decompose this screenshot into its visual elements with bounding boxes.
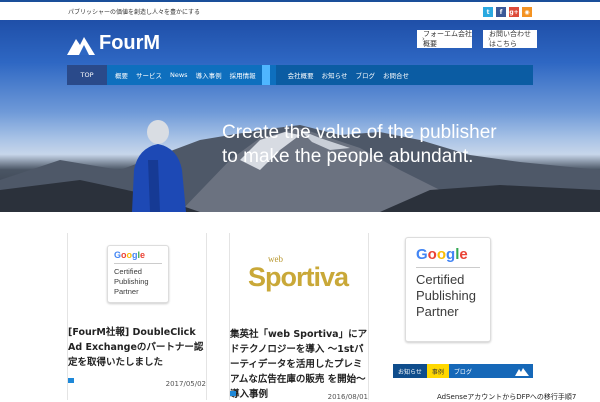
nav-item-recruit[interactable]: 採用情報 xyxy=(230,70,256,80)
badge-line-publishing: Publishing xyxy=(416,288,476,303)
badge-line-publishing: Publishing xyxy=(114,277,149,286)
nav-item-blog[interactable]: ブログ xyxy=(355,70,375,80)
nav-item-overview[interactable]: 概要 xyxy=(115,70,128,80)
hero-tagline-line2: to make the people abundant. xyxy=(222,146,474,167)
google-logo-text: Google xyxy=(114,250,146,260)
hero-banner: FourM フォーエム会社概要 お問い合わせはこちら TOP 概要 サービス N… xyxy=(0,20,600,212)
mountain-logo-icon xyxy=(67,36,95,55)
nav-item-company[interactable]: 会社概要 xyxy=(288,70,314,80)
nav-item-inquiry[interactable]: お問合せ xyxy=(383,70,409,80)
article-thumbnail[interactable]: web Sportiva xyxy=(230,233,370,315)
google-logo-text: Google xyxy=(416,246,468,263)
rss-icon[interactable]: ◉ xyxy=(522,7,532,17)
google-partner-badge: Google Certified Publishing Partner xyxy=(107,245,169,303)
nav-item-info[interactable]: お知らせ xyxy=(322,70,348,80)
tag-icon xyxy=(230,391,236,396)
article-title[interactable]: [FourM社報] DoubleClick Ad Exchangeのパートナー認… xyxy=(68,325,208,370)
main-nav: TOP 概要 サービス News 導入事例 採用情報 会社概要 お知らせ ブログ… xyxy=(67,65,533,85)
mountain-logo-icon xyxy=(515,368,529,376)
site-logo[interactable]: FourM xyxy=(67,32,160,55)
googleplus-icon[interactable]: g+ xyxy=(509,7,519,17)
nav-item-cases[interactable]: 導入事例 xyxy=(196,70,222,80)
hero-tagline-line1: Create the value of the publisher xyxy=(222,122,497,143)
social-links: t f g+ ◉ xyxy=(483,7,532,17)
badge-line-partner: Partner xyxy=(114,287,139,296)
badge-line-certified: Certified xyxy=(114,267,142,276)
badge-line-certified: Certified xyxy=(416,272,465,287)
nav-group-secondary: 会社概要 お知らせ ブログ お問合せ xyxy=(275,65,533,85)
logo-text: FourM xyxy=(99,32,161,54)
article-title[interactable]: 集英社「web Sportiva」にアドテクノロジーを導入 〜1stパーティデー… xyxy=(230,327,375,402)
article-thumbnail[interactable]: Google Certified Publishing Partner xyxy=(68,233,208,315)
twitter-icon[interactable]: t xyxy=(483,7,493,17)
article-date: 2017/05/02 xyxy=(165,380,206,388)
nav-separator xyxy=(261,65,270,85)
article-card[interactable]: web Sportiva 集英社「web Sportiva」にアドテクノロジーを… xyxy=(229,233,375,402)
tab-info[interactable]: お知らせ xyxy=(393,364,427,378)
sidebar-list-item[interactable]: AdSenseアカウントからDFPへの移行手順7 xyxy=(437,392,576,402)
facebook-icon[interactable]: f xyxy=(496,7,506,17)
tab-cases[interactable]: 事例 xyxy=(426,364,449,378)
contact-button[interactable]: お問い合わせはこちら xyxy=(483,30,537,48)
badge-line-partner: Partner xyxy=(416,304,459,319)
tab-blog[interactable]: ブログ xyxy=(449,367,477,376)
nav-item-top[interactable]: TOP xyxy=(67,65,107,85)
site-tagline: パブリッシャーの価値を創造し人々を豊かにする xyxy=(68,9,201,16)
hero-tagline: Create the value of the publisher to mak… xyxy=(222,121,497,169)
sidebar-google-partner-badge[interactable]: Google Certified Publishing Partner xyxy=(405,237,491,342)
tag-icon xyxy=(68,378,74,383)
nav-item-news[interactable]: News xyxy=(170,71,188,79)
nav-item-services[interactable]: サービス xyxy=(136,70,162,80)
sportiva-logo-big: Sportiva xyxy=(248,262,349,292)
company-overview-button[interactable]: フォーエム会社概要 xyxy=(417,30,472,48)
sidebar-tabs: お知らせ 事例 ブログ xyxy=(393,364,533,378)
sportiva-logo: web Sportiva xyxy=(240,244,360,304)
top-bar: パブリッシャーの価値を創造し人々を豊かにする t f g+ ◉ xyxy=(0,0,600,20)
article-card[interactable]: Google Certified Publishing Partner [Fou… xyxy=(67,233,207,400)
